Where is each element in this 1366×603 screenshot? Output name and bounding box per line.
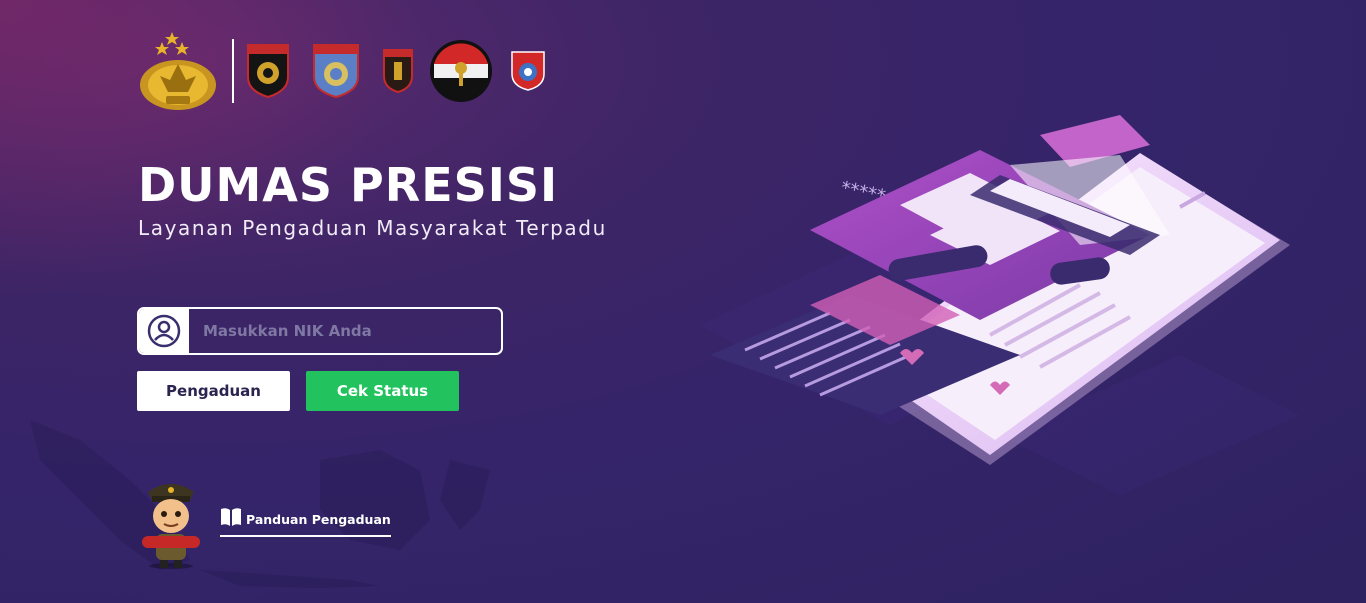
inspektorat-logo <box>313 44 359 99</box>
polri-emblem <box>140 32 216 110</box>
pengaduan-button[interactable]: Pengaduan <box>137 371 290 411</box>
nik-input[interactable] <box>189 309 501 353</box>
book-icon <box>221 507 241 526</box>
guide-label: Panduan Pengaduan <box>246 512 391 527</box>
dumas-presisi-logo <box>430 40 492 102</box>
logo-bar <box>136 30 546 112</box>
nik-field[interactable] <box>137 307 503 355</box>
guide-link[interactable]: Panduan Pengaduan <box>220 506 391 537</box>
user-icon <box>147 314 181 348</box>
background-map <box>30 420 490 588</box>
bareskrim-logo <box>247 44 289 99</box>
nik-icon-container <box>139 309 189 353</box>
page-subtitle: Layanan Pengaduan Masyarakat Terpadu <box>138 216 607 240</box>
phone-illustration: ***** <box>700 115 1300 495</box>
tik-polri-logo <box>511 51 545 91</box>
propam-logo <box>383 49 413 94</box>
logo-separator <box>232 39 234 103</box>
svg-text:*****: ***** <box>839 177 887 207</box>
page-title: DUMAS PRESISI <box>138 158 559 212</box>
cek-status-button[interactable]: Cek Status <box>306 371 459 411</box>
presisi-mascot <box>142 484 200 569</box>
